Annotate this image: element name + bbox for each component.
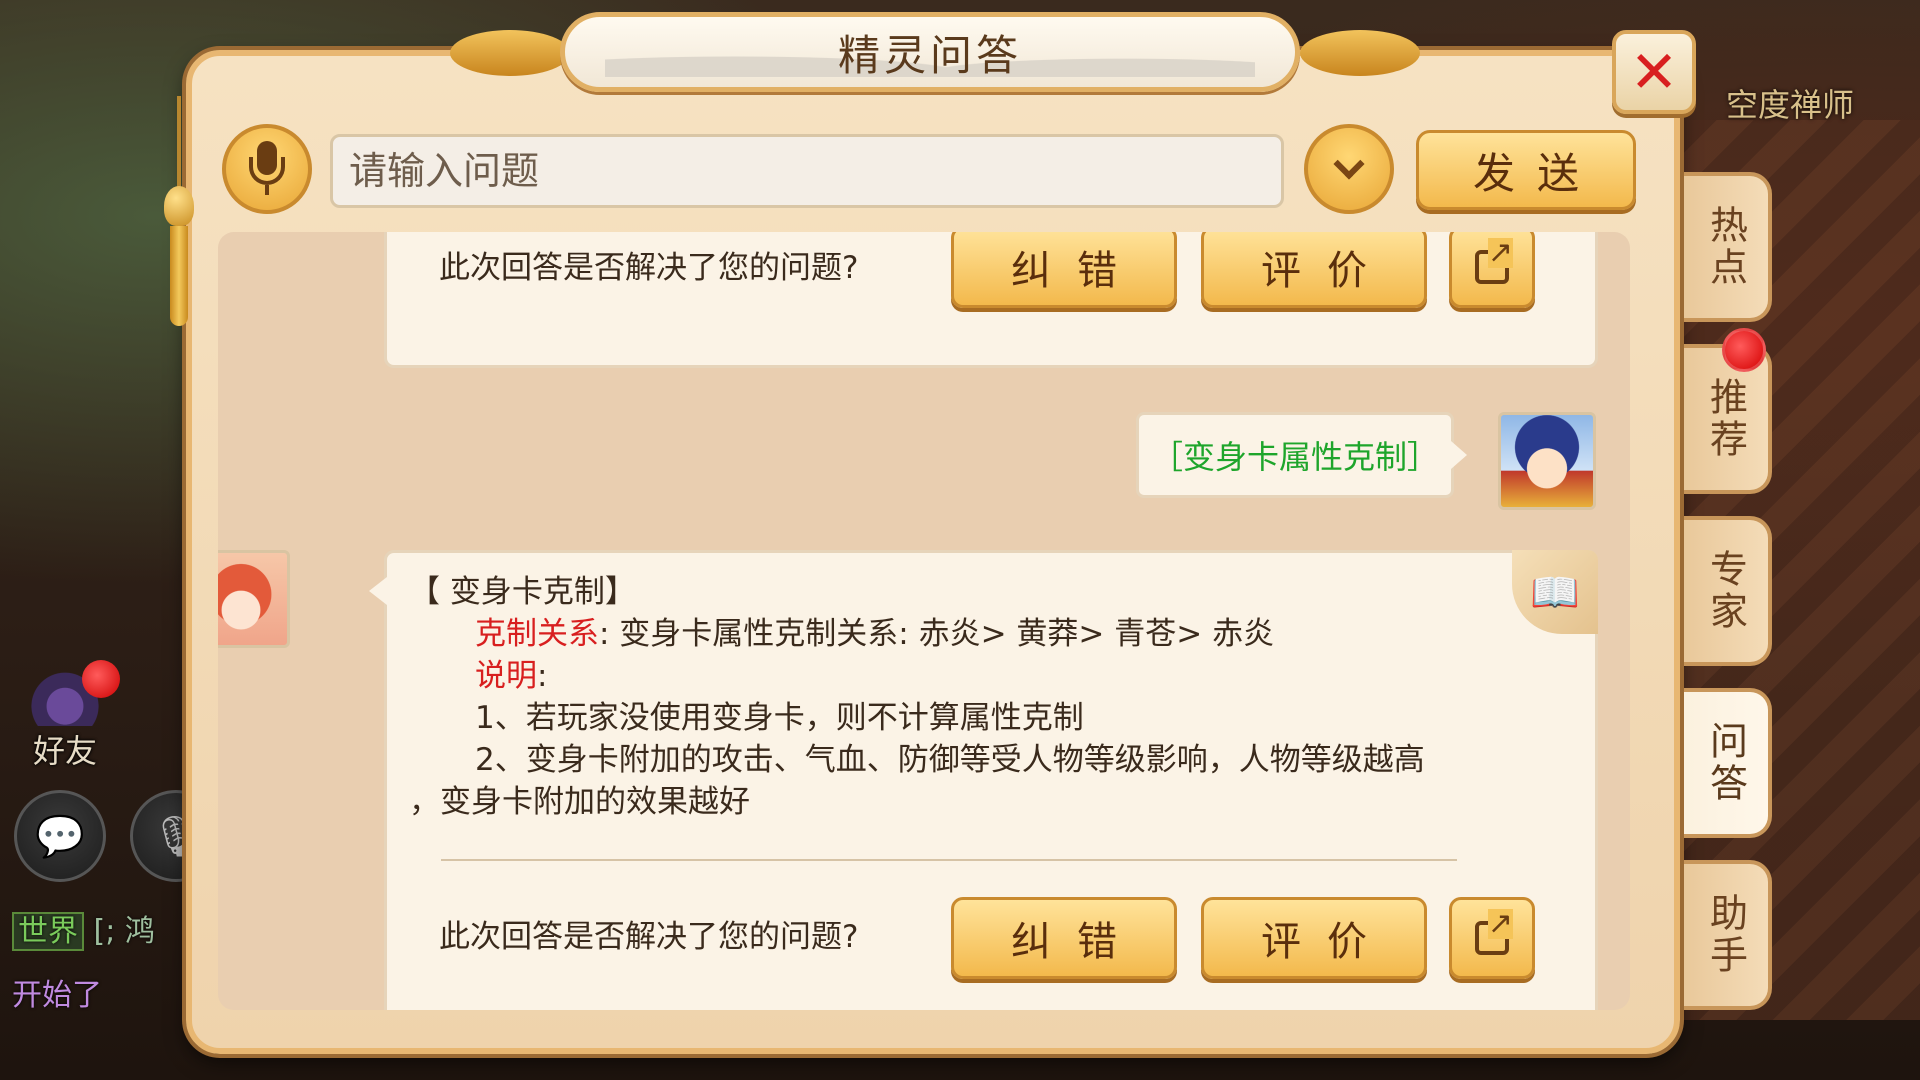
answer-item-1: 1、若玩家没使用变身卡，则不计算属性克制: [475, 700, 1084, 736]
notification-dot: [82, 660, 120, 698]
feedback-row: 此次回答是否解决了您的问题? 纠错 评价: [387, 232, 1595, 322]
answer-item-2: 2、变身卡附加的攻击、气血、防御等受人物等级影响，人物等级越高: [475, 742, 1425, 778]
answer-restraint-line: 克制关系: 变身卡属性克制关系: 赤炎> 黄莽> 青苍> 赤炎: [409, 613, 1559, 655]
recommended-badge-dot: [1722, 328, 1766, 372]
answer-note-line: 说明:: [409, 655, 1559, 697]
tab-expert[interactable]: 专家: [1684, 516, 1772, 666]
assistant-avatar: [218, 550, 290, 648]
share-icon: [1475, 238, 1513, 284]
report-error-button[interactable]: 纠错: [951, 232, 1177, 308]
dialog-title: 精灵问答: [837, 30, 1022, 80]
tab-hot[interactable]: 热点: [1684, 172, 1772, 322]
chat-history[interactable]: 此次回答是否解决了您的问题? 纠错 评价 ［变身卡属性克制］ 📖 【 变身卡克制…: [218, 232, 1630, 1010]
report-error-button[interactable]: 纠错: [951, 897, 1177, 979]
send-button[interactable]: 发送: [1416, 130, 1636, 210]
chat-message-text: [; 鸿: [93, 914, 155, 949]
tassel-decoration: [164, 96, 194, 326]
microphone-icon: [247, 141, 287, 197]
close-button[interactable]: ✕: [1612, 30, 1696, 114]
feedback-question: 此次回答是否解决了您的问题?: [439, 250, 859, 286]
feedback-row: 此次回答是否解决了您的问题? 纠错 评价: [387, 891, 1595, 981]
restraint-text: : 变身卡属性克制关系: 赤炎> 黄莽> 青苍> 赤炎: [599, 616, 1275, 652]
tab-qa[interactable]: 问答: [1684, 688, 1772, 838]
assistant-answer-bubble: 📖 【 变身卡克制】 克制关系: 变身卡属性克制关系: 赤炎> 黄莽> 青苍> …: [369, 550, 1598, 1010]
answer-heading: 【 变身卡克制】: [409, 574, 636, 610]
chat-channel-tag: 世界: [12, 912, 84, 951]
history-dropdown-button[interactable]: [1304, 124, 1394, 214]
friends-button[interactable]: 好友: [20, 660, 120, 770]
chevron-down-icon: [1333, 148, 1365, 180]
previous-answer-bubble: 此次回答是否解决了您的问题? 纠错 评价: [384, 232, 1598, 368]
chat-bubble-icon[interactable]: 💬: [14, 790, 106, 882]
note-colon: :: [537, 658, 548, 694]
feedback-question: 此次回答是否解决了您的问题?: [439, 919, 859, 955]
restraint-label: 克制关系: [475, 616, 599, 652]
user-query-bubble: ［变身卡属性克制］: [1136, 412, 1467, 498]
chat-system-line: 开始了: [12, 978, 102, 1013]
answer-divider: [441, 859, 1457, 861]
tab-recommended[interactable]: 推荐: [1684, 344, 1772, 494]
share-button[interactable]: [1449, 232, 1535, 308]
answer-item-2-continued: ，变身卡附加的效果越好: [409, 784, 750, 820]
rate-button[interactable]: 评价: [1201, 232, 1427, 308]
chat-world-line[interactable]: 世界 [; 鸿: [12, 906, 155, 951]
tab-assistant[interactable]: 助手: [1684, 860, 1772, 1010]
share-button[interactable]: [1449, 897, 1535, 979]
answer-content: 【 变身卡克制】 克制关系: 变身卡属性克制关系: 赤炎> 黄莽> 青苍> 赤炎…: [409, 571, 1559, 823]
close-icon: ✕: [1629, 38, 1679, 106]
title-ornament-right: [1300, 30, 1420, 76]
question-input[interactable]: [330, 134, 1284, 208]
title-ornament-left: [450, 30, 570, 76]
voice-input-button[interactable]: [222, 124, 312, 214]
share-icon: [1475, 909, 1513, 955]
rate-button[interactable]: 评价: [1201, 897, 1427, 979]
user-query-text: ［变身卡属性克制］: [1150, 438, 1439, 476]
friends-label: 好友: [32, 732, 97, 770]
dialog-title-plate: 精灵问答: [560, 12, 1300, 92]
note-label: 说明: [475, 658, 537, 694]
npc-name-label: 空度禅师: [1726, 86, 1855, 124]
user-avatar: [1498, 412, 1596, 510]
